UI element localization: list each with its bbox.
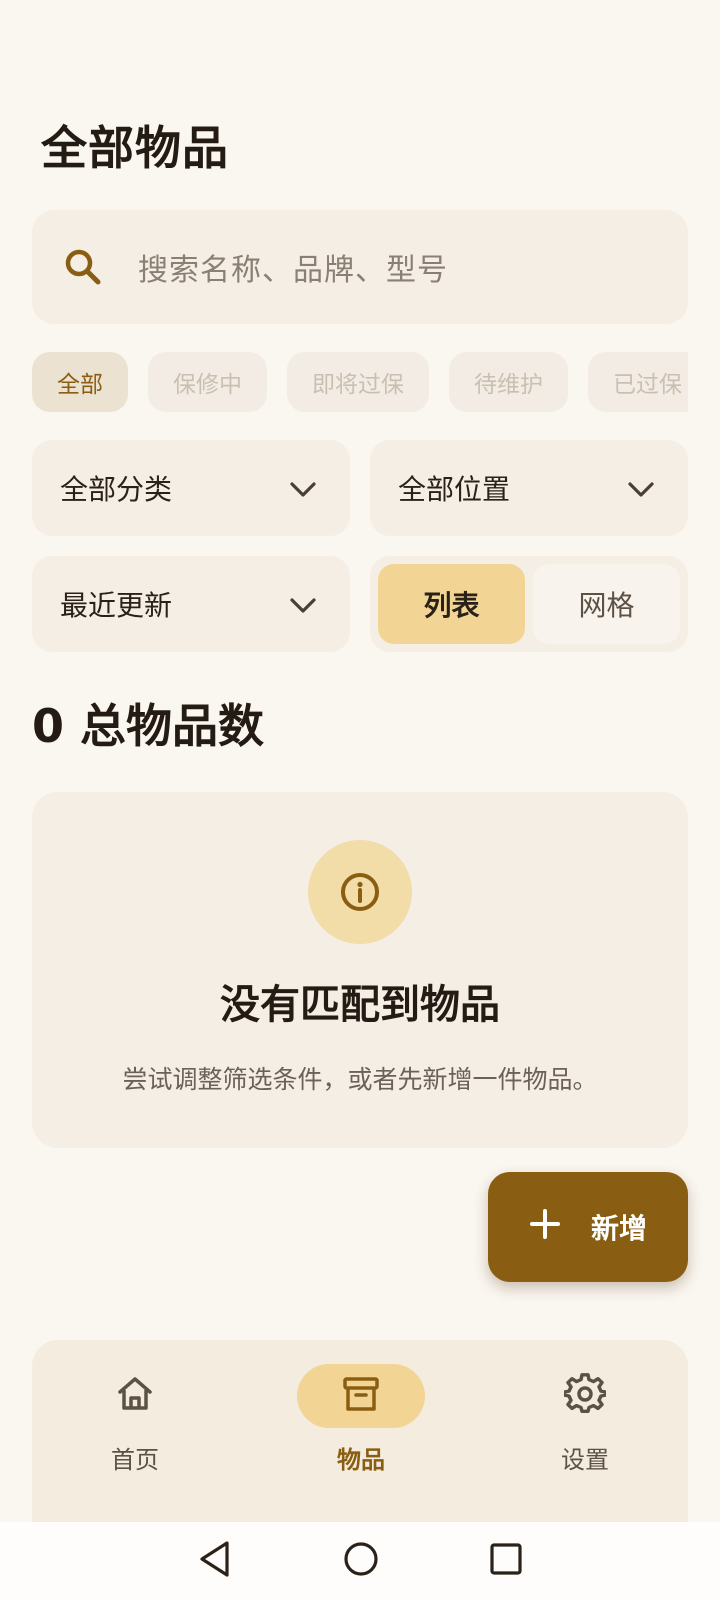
home-circle-icon[interactable] — [343, 1541, 379, 1581]
archive-box-icon — [341, 1374, 381, 1418]
recents-icon[interactable] — [489, 1542, 523, 1580]
empty-state-card: 没有匹配到物品 尝试调整筛选条件，或者先新增一件物品。 — [32, 792, 688, 1148]
item-count-value: 0 — [32, 699, 65, 753]
add-item-button[interactable]: 新增 — [488, 1172, 688, 1282]
list-view-button[interactable]: 列表 — [378, 564, 525, 644]
nav-settings-label: 设置 — [561, 1446, 609, 1474]
plus-icon — [529, 1208, 561, 1247]
gear-icon — [562, 1373, 608, 1419]
nav-item-items[interactable]: 物品 — [296, 1364, 426, 1494]
chip-in-warranty[interactable]: 保修中 — [148, 352, 267, 412]
chip-needs-maintenance[interactable]: 待维护 — [449, 352, 568, 412]
category-select[interactable]: 全部分类 — [32, 440, 350, 536]
search-input[interactable]: 搜索名称、品牌、型号 — [138, 245, 448, 289]
empty-state-description: 尝试调整筛选条件，或者先新增一件物品。 — [122, 1065, 598, 1094]
chevron-down-icon — [628, 472, 654, 505]
status-filter-chips: 全部 保修中 即将过保 待维护 已过保 — [32, 352, 688, 414]
category-select-value: 全部分类 — [60, 473, 173, 506]
location-select-value: 全部位置 — [398, 473, 511, 506]
chip-expired[interactable]: 已过保 — [588, 352, 688, 412]
search-bar[interactable]: 搜索名称、品牌、型号 — [32, 210, 688, 324]
home-icon — [115, 1374, 155, 1418]
location-select[interactable]: 全部位置 — [370, 440, 688, 536]
back-icon[interactable] — [197, 1540, 233, 1582]
info-icon — [308, 840, 412, 944]
nav-item-settings[interactable]: 设置 — [520, 1364, 650, 1494]
chevron-down-icon — [290, 588, 316, 621]
nav-item-home[interactable]: 首页 — [70, 1364, 200, 1494]
grid-view-button[interactable]: 网格 — [533, 564, 680, 644]
chip-expiring-soon[interactable]: 即将过保 — [287, 352, 429, 412]
sort-select-value: 最近更新 — [60, 589, 173, 622]
nav-home-label: 首页 — [111, 1446, 159, 1474]
sort-select[interactable]: 最近更新 — [32, 556, 350, 652]
empty-state-title: 没有匹配到物品 — [220, 982, 500, 1028]
chevron-down-icon — [290, 472, 316, 505]
add-item-label: 新增 — [590, 1212, 647, 1245]
item-count: 0 总物品数 — [32, 690, 264, 756]
page-title: 全部物品 — [41, 121, 229, 175]
item-count-label: 总物品数 — [80, 699, 265, 753]
search-icon — [60, 244, 106, 290]
chip-all[interactable]: 全部 — [32, 352, 128, 412]
system-navigation-bar — [0, 1522, 720, 1600]
view-mode-toggle: 列表 网格 — [370, 556, 688, 652]
nav-items-label: 物品 — [337, 1446, 385, 1474]
